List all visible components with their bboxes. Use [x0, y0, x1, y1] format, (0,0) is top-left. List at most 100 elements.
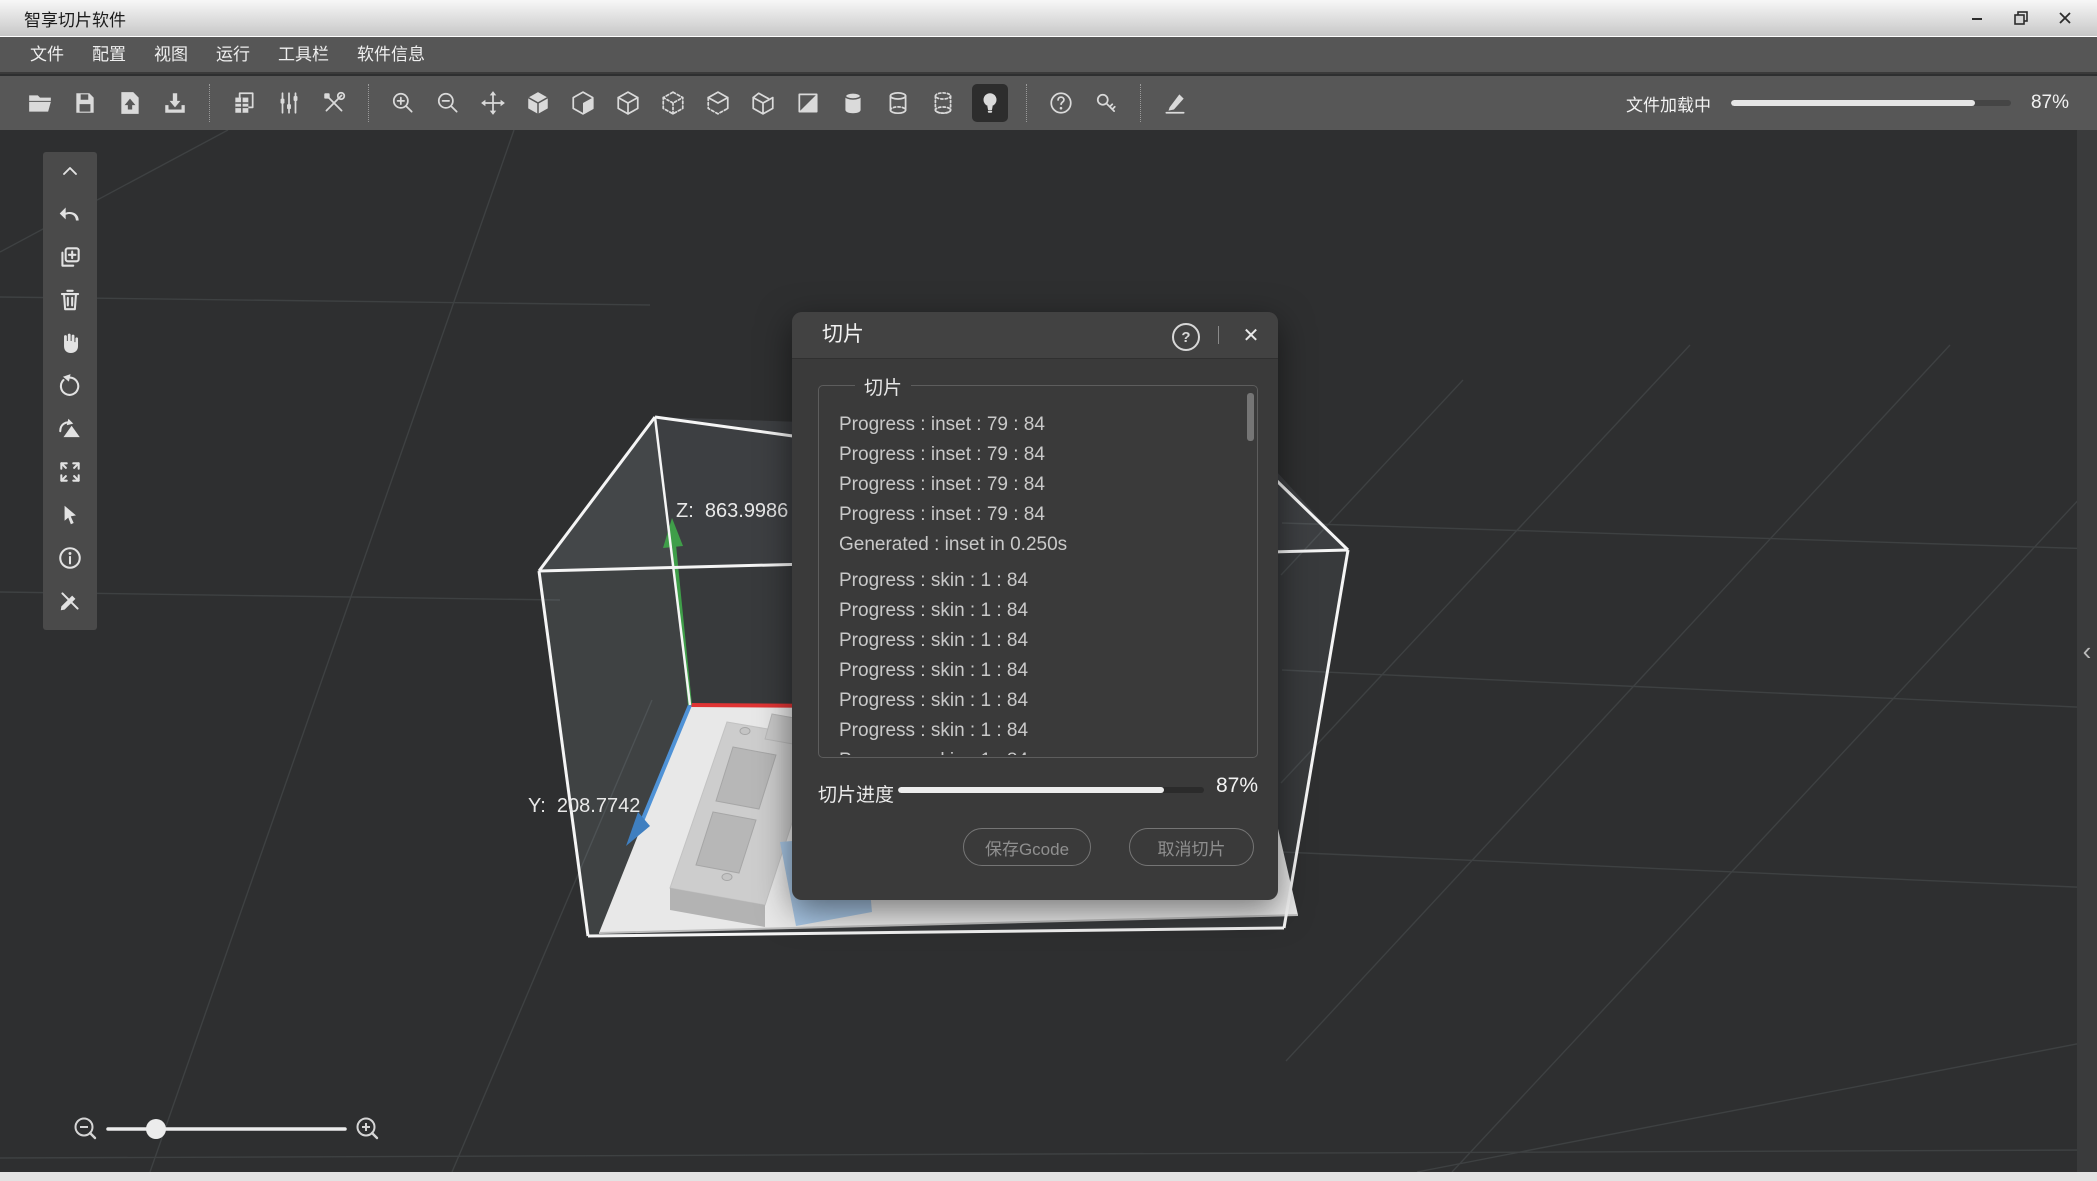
chevron-up-icon — [58, 162, 82, 180]
log-line: Progress : skin : 1 : 84 — [839, 716, 1243, 746]
toolbar-separator — [1026, 84, 1027, 122]
help-button[interactable] — [1045, 87, 1077, 119]
log-line: Generated : inset in 0.250s — [839, 530, 1243, 560]
cube-bottom-view-button[interactable] — [702, 87, 734, 119]
log-line: Progress : skin : 1 : 84 — [839, 686, 1243, 716]
cube-vertex-view-button[interactable] — [657, 87, 689, 119]
slice-progress-label: 切片进度 — [818, 780, 894, 807]
slicing-dialog-header[interactable]: 切片 ? ✕ — [792, 312, 1278, 359]
cube-wireframe-icon — [615, 90, 641, 116]
parameter-settings-button[interactable] — [273, 87, 305, 119]
restore-icon — [2013, 10, 2029, 26]
dialog-help-button[interactable]: ? — [1172, 323, 1200, 351]
help-circle-icon — [1048, 90, 1074, 116]
slice-log-list[interactable]: Progress : inset : 79 : 84 Progress : in… — [821, 388, 1243, 755]
z-axis-value-label: Z: 863.9986 — [676, 500, 788, 523]
zoom-in-button[interactable] — [387, 87, 419, 119]
zoom-out-button[interactable] — [432, 87, 464, 119]
cube-open-view-button[interactable] — [747, 87, 779, 119]
dialog-header-separator — [1218, 326, 1219, 344]
log-scrollbar-thumb[interactable] — [1247, 393, 1254, 441]
sidebar-pan-button[interactable] — [55, 328, 85, 358]
log-line: Progress : skin : 1 : 84 — [839, 566, 1243, 596]
cylinder-wireframe-view-button[interactable] — [882, 87, 914, 119]
magnifier-plus-icon — [390, 90, 416, 116]
save-file-button[interactable] — [69, 87, 101, 119]
toolbar-separator — [209, 84, 210, 122]
log-scrollbar[interactable] — [1247, 391, 1254, 752]
menu-file[interactable]: 文件 — [16, 37, 78, 72]
right-panel-toggle[interactable]: ‹ — [2077, 635, 2097, 667]
menu-run[interactable]: 运行 — [202, 37, 264, 72]
light-toggle-button[interactable] — [972, 84, 1008, 122]
close-button[interactable] — [2047, 5, 2083, 31]
sidebar-scale-button[interactable] — [55, 457, 85, 487]
menu-about[interactable]: 软件信息 — [343, 37, 439, 72]
file-loading-progress-fill — [1731, 100, 1975, 106]
light-bulb-icon — [977, 90, 1003, 116]
right-panel-strip: ‹ — [2077, 130, 2097, 1172]
dialog-close-button[interactable]: ✕ — [1236, 320, 1266, 350]
restore-button[interactable] — [2003, 5, 2039, 31]
zoom-slider-handle[interactable] — [146, 1119, 166, 1139]
repair-tools-button[interactable] — [318, 87, 350, 119]
cube-section-view-button[interactable] — [792, 87, 824, 119]
minimize-button[interactable] — [1959, 5, 1995, 31]
open-file-button[interactable] — [24, 87, 56, 119]
menubar: 文件 配置 视图 运行 工具栏 软件信息 — [0, 37, 2097, 74]
cylinder-solid-view-button[interactable] — [837, 87, 869, 119]
titlebar: 智享切片软件 — [0, 0, 2097, 37]
move-view-button[interactable] — [477, 87, 509, 119]
move-arrows-icon — [480, 90, 506, 116]
download-tray-icon — [162, 90, 188, 116]
cylinder-dashed-icon — [930, 90, 956, 116]
sidebar-rotate-button[interactable] — [55, 371, 85, 401]
zoom-in-icon[interactable] — [358, 1119, 378, 1139]
info-circle-icon — [57, 545, 83, 571]
sidebar-mirror-button[interactable] — [55, 414, 85, 444]
y-axis-value-label: Y: 208.7742 — [528, 795, 640, 818]
magnifier-minus-icon — [435, 90, 461, 116]
cube-surface-view-button[interactable] — [567, 87, 599, 119]
slice-log-groupbox: 切片 Progress : inset : 79 : 84 Progress :… — [818, 385, 1258, 758]
file-loading-percent: 87% — [2031, 92, 2069, 114]
export-model-button[interactable] — [159, 87, 191, 119]
zoom-out-icon[interactable] — [76, 1119, 96, 1139]
log-line: Progress : skin : 1 : 84 — [839, 656, 1243, 686]
sidebar-collapse-button[interactable] — [55, 156, 85, 186]
cylinder-vertex-view-button[interactable] — [927, 87, 959, 119]
cube-wireframe-view-button[interactable] — [612, 87, 644, 119]
cylinder-wireframe-icon — [885, 90, 911, 116]
cursor-arrow-icon — [57, 502, 83, 528]
cube-open-top-icon — [750, 90, 776, 116]
cancel-slicing-button[interactable]: 取消切片 — [1129, 828, 1254, 866]
sidebar-model-info-button[interactable] — [55, 543, 85, 573]
sidebar-duplicate-button[interactable] — [55, 242, 85, 272]
license-key-button[interactable] — [1090, 87, 1122, 119]
slice-progressbar — [898, 787, 1204, 793]
import-model-button[interactable] — [114, 87, 146, 119]
sidebar-undo-button[interactable] — [55, 199, 85, 229]
duplicate-plus-icon — [57, 244, 83, 270]
log-line: Progress : inset : 79 : 84 — [839, 440, 1243, 470]
cube-solid-view-button[interactable] — [522, 87, 554, 119]
sidebar-delete-button[interactable] — [55, 285, 85, 315]
menu-view[interactable]: 视图 — [140, 37, 202, 72]
left-tool-sidebar — [43, 152, 97, 630]
save-gcode-button[interactable]: 保存Gcode — [963, 828, 1091, 866]
copy-pages-icon — [231, 90, 257, 116]
annotate-pen-button[interactable] — [1159, 87, 1191, 119]
sidebar-repair-button[interactable] — [55, 586, 85, 616]
cube-dashed-icon — [660, 90, 686, 116]
rotate-ccw-icon — [57, 373, 83, 399]
sidebar-select-button[interactable] — [55, 500, 85, 530]
expand-arrows-icon — [57, 459, 83, 485]
cylinder-solid-icon — [840, 90, 866, 116]
batch-copy-button[interactable] — [228, 87, 260, 119]
dialog-title: 切片 — [822, 312, 864, 358]
menu-toolbar[interactable]: 工具栏 — [264, 37, 343, 72]
wrench-screwdriver-icon — [321, 90, 347, 116]
menu-config[interactable]: 配置 — [78, 37, 140, 72]
open-folder-icon — [27, 90, 53, 116]
window-controls — [1959, 5, 2083, 31]
